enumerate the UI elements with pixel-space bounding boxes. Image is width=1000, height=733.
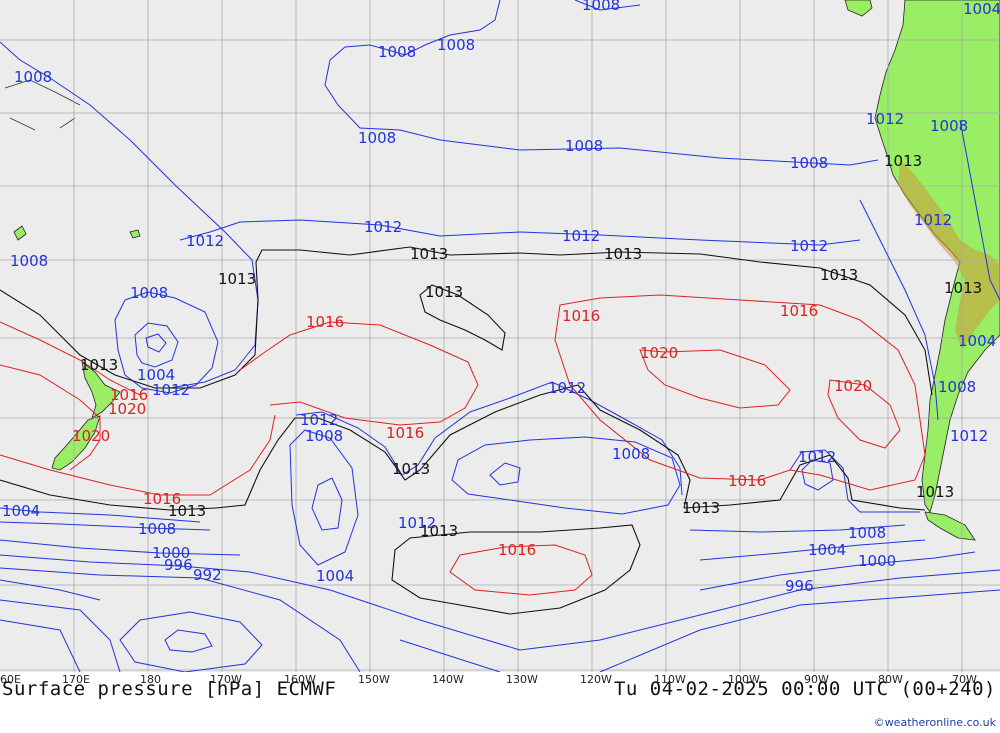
label-1008: 1008 bbox=[14, 68, 52, 86]
ocean-background bbox=[0, 0, 1000, 672]
label-1008: 1008 bbox=[938, 378, 976, 396]
label-1020: 1020 bbox=[72, 427, 110, 445]
label-1008: 1008 bbox=[582, 0, 620, 14]
label-1016: 1016 bbox=[386, 424, 424, 442]
label-1008: 1008 bbox=[358, 129, 396, 147]
label-1004: 1004 bbox=[2, 502, 40, 520]
lon-tick: 130W bbox=[506, 673, 538, 686]
credit-link[interactable]: ©weatheronline.co.uk bbox=[874, 716, 996, 729]
label-1004: 1004 bbox=[958, 332, 996, 350]
label-1012: 1012 bbox=[186, 232, 224, 250]
label-1004: 1004 bbox=[963, 0, 1000, 18]
label-1012: 1012 bbox=[950, 427, 988, 445]
label-1013: 1013 bbox=[604, 245, 642, 263]
label-1012: 1012 bbox=[866, 110, 904, 128]
label-1008: 1008 bbox=[305, 427, 343, 445]
label-1004: 1004 bbox=[137, 366, 175, 384]
label-1013: 1013 bbox=[884, 152, 922, 170]
label-1013: 1013 bbox=[392, 460, 430, 478]
label-1008: 1008 bbox=[790, 154, 828, 172]
label-1008: 1008 bbox=[848, 524, 886, 542]
label-1008: 1008 bbox=[138, 520, 176, 538]
label-1016: 1016 bbox=[498, 541, 536, 559]
label-1020: 1020 bbox=[640, 344, 678, 362]
label-1013: 1013 bbox=[682, 499, 720, 517]
label-1012: 1012 bbox=[914, 211, 952, 229]
label-1016: 1016 bbox=[143, 490, 181, 508]
label-1012: 1012 bbox=[364, 218, 402, 236]
label-1020: 1020 bbox=[108, 400, 146, 418]
valid-time: Tu 04-02-2025 00:00 UTC (00+240) bbox=[613, 678, 996, 700]
label-1008: 1008 bbox=[437, 36, 475, 54]
label-1016: 1016 bbox=[728, 472, 766, 490]
label-992: 992 bbox=[193, 566, 222, 584]
lon-tick: 140W bbox=[432, 673, 464, 686]
label-1020: 1020 bbox=[834, 377, 872, 395]
label-1016: 1016 bbox=[562, 307, 600, 325]
label-1013: 1013 bbox=[410, 245, 448, 263]
label-1008: 1008 bbox=[378, 43, 416, 61]
label-1008: 1008 bbox=[10, 252, 48, 270]
label-1008: 1008 bbox=[565, 137, 603, 155]
label-1004: 1004 bbox=[316, 567, 354, 585]
label-1012: 1012 bbox=[562, 227, 600, 245]
label-1008: 1008 bbox=[130, 284, 168, 302]
label-1012: 1012 bbox=[790, 237, 828, 255]
label-1004: 1004 bbox=[808, 541, 846, 559]
label-1008: 1008 bbox=[930, 117, 968, 135]
label-1013: 1013 bbox=[916, 483, 954, 501]
label-1013: 1013 bbox=[218, 270, 256, 288]
label-1013: 1013 bbox=[80, 356, 118, 374]
label-1012: 1012 bbox=[398, 514, 436, 532]
label-1016: 1016 bbox=[780, 302, 818, 320]
label-1012: 1012 bbox=[798, 448, 836, 466]
label-1013: 1013 bbox=[944, 279, 982, 297]
map-title: Surface pressure [hPa] ECMWF bbox=[2, 678, 337, 700]
label-996: 996 bbox=[164, 556, 193, 574]
label-1013: 1013 bbox=[820, 266, 858, 284]
label-1000: 1000 bbox=[858, 552, 896, 570]
label-1016: 1016 bbox=[306, 313, 344, 331]
lon-tick: 150W bbox=[358, 673, 390, 686]
label-1013: 1013 bbox=[425, 283, 463, 301]
label-1008: 1008 bbox=[612, 445, 650, 463]
lon-tick: 120W bbox=[580, 673, 612, 686]
label-996: 996 bbox=[785, 577, 814, 595]
label-1012: 1012 bbox=[548, 379, 586, 397]
pressure-map: 1008 1008 1008 1008 1008 1008 1008 1008 … bbox=[0, 0, 1000, 672]
